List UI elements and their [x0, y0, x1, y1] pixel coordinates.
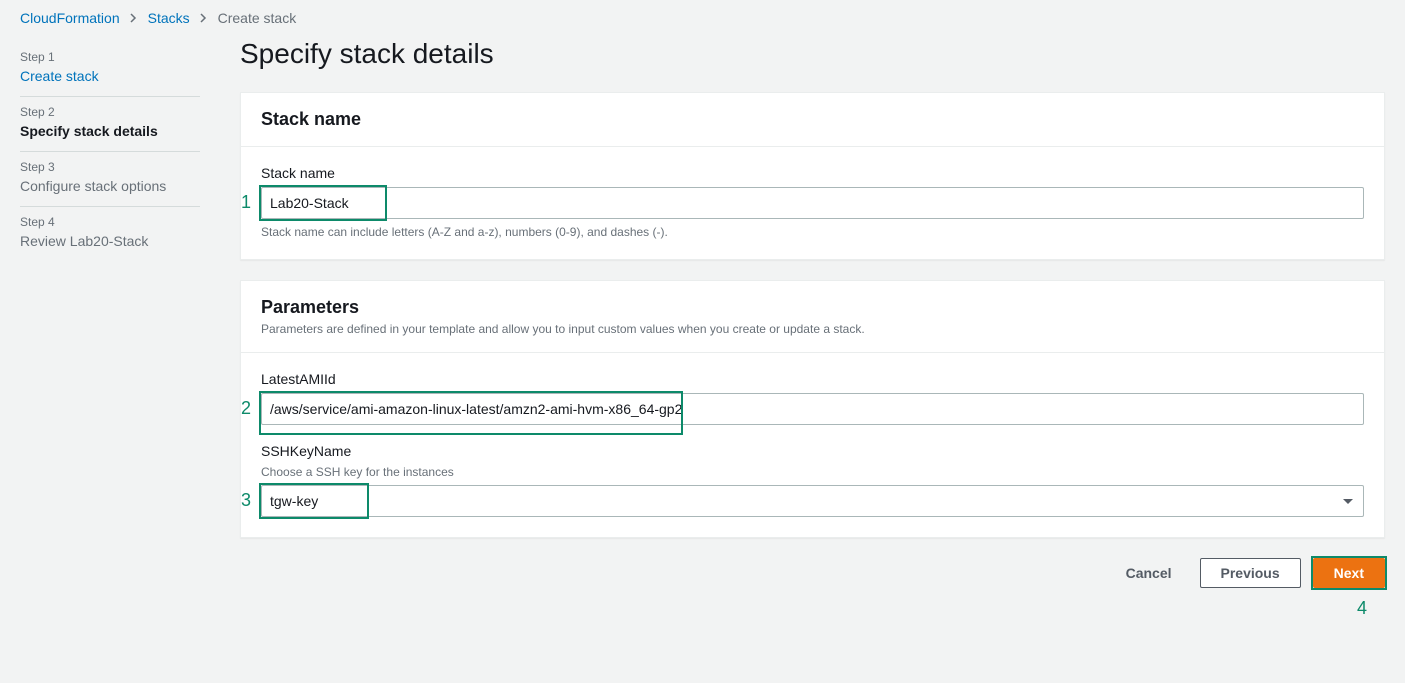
- wizard-step-title: Configure stack options: [20, 178, 200, 194]
- panel-header: Stack name: [241, 93, 1384, 147]
- annotation-num-1: 1: [241, 192, 251, 213]
- panel-description: Parameters are defined in your template …: [261, 322, 1364, 336]
- wizard-step-3: Step 3 Configure stack options: [20, 152, 200, 207]
- previous-button[interactable]: Previous: [1200, 558, 1301, 588]
- page-title: Specify stack details: [240, 38, 1385, 70]
- wizard-step-4: Step 4 Review Lab20-Stack: [20, 207, 200, 261]
- latest-ami-input[interactable]: [261, 393, 1364, 425]
- annotation-num-4: 4: [1357, 598, 1367, 619]
- panel-title: Stack name: [261, 109, 1364, 130]
- field-hint: Choose a SSH key for the instances: [261, 465, 1364, 479]
- next-button[interactable]: Next: [1313, 558, 1385, 588]
- chevron-down-icon: [1343, 499, 1353, 504]
- wizard-sidebar: Step 1 Create stack Step 2 Specify stack…: [20, 32, 200, 628]
- stack-name-input[interactable]: [261, 187, 1364, 219]
- annotation-num-2: 2: [241, 398, 251, 419]
- wizard-step-title: Specify stack details: [20, 123, 200, 139]
- field-label: Stack name: [261, 165, 1364, 181]
- wizard-step-title: Review Lab20-Stack: [20, 233, 200, 249]
- ssh-key-select[interactable]: tgw-key: [261, 485, 1364, 517]
- ssh-key-selected-value: tgw-key: [270, 493, 1343, 509]
- chevron-right-icon: [130, 10, 138, 26]
- breadcrumb-current: Create stack: [218, 10, 297, 26]
- panel-title: Parameters: [261, 297, 1364, 318]
- annotation-num-3: 3: [241, 490, 251, 511]
- wizard-step-2: Step 2 Specify stack details: [20, 97, 200, 152]
- stack-name-field: Stack name 1 Stack name can include lett…: [261, 165, 1364, 239]
- main-content: Specify stack details Stack name Stack n…: [240, 32, 1385, 628]
- cancel-button[interactable]: Cancel: [1110, 559, 1188, 587]
- wizard-step-num: Step 3: [20, 160, 200, 174]
- breadcrumb-cloudformation[interactable]: CloudFormation: [20, 10, 120, 26]
- field-hint: Stack name can include letters (A-Z and …: [261, 225, 1364, 239]
- wizard-step-num: Step 4: [20, 215, 200, 229]
- field-label: SSHKeyName: [261, 443, 1364, 459]
- ssh-key-field: SSHKeyName Choose a SSH key for the inst…: [261, 443, 1364, 517]
- parameters-panel: Parameters Parameters are defined in you…: [240, 280, 1385, 538]
- wizard-step-num: Step 1: [20, 50, 200, 64]
- latest-ami-field: LatestAMIId 2: [261, 371, 1364, 425]
- stack-name-panel: Stack name Stack name 1 Stack name can i…: [240, 92, 1385, 260]
- wizard-step-title: Create stack: [20, 68, 200, 84]
- footer-actions: Cancel Previous Next 4: [240, 558, 1385, 588]
- wizard-step-1[interactable]: Step 1 Create stack: [20, 42, 200, 97]
- panel-header: Parameters Parameters are defined in you…: [241, 281, 1384, 353]
- chevron-right-icon: [200, 10, 208, 26]
- breadcrumb: CloudFormation Stacks Create stack: [0, 0, 1405, 32]
- field-label: LatestAMIId: [261, 371, 1364, 387]
- wizard-step-num: Step 2: [20, 105, 200, 119]
- breadcrumb-stacks[interactable]: Stacks: [148, 10, 190, 26]
